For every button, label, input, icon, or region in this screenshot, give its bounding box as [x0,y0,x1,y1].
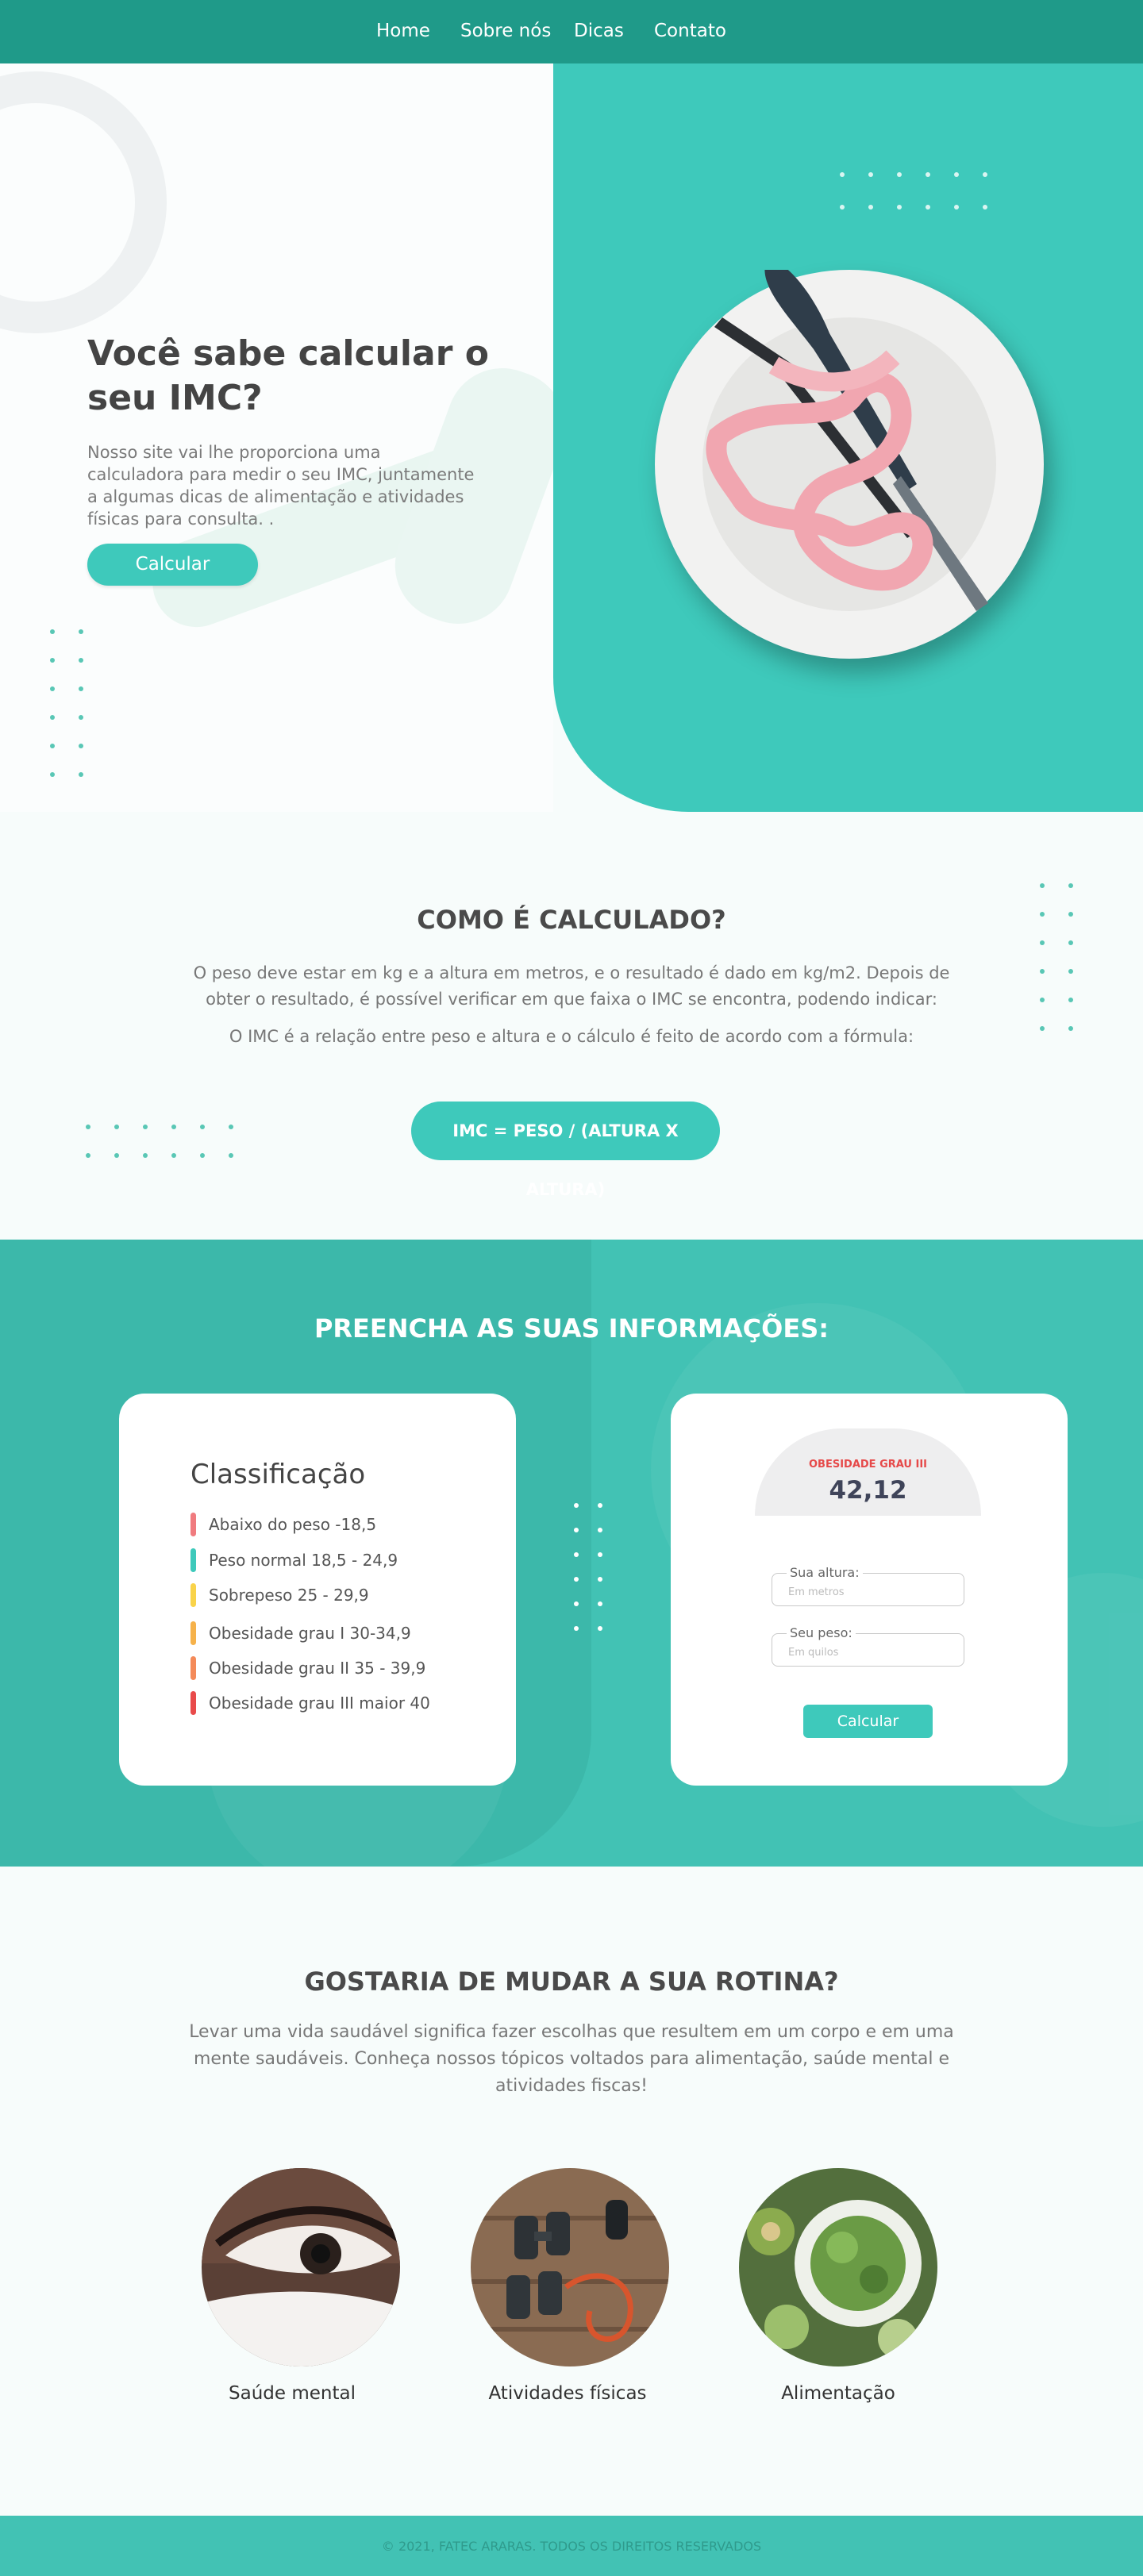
classification-label: Abaixo do peso -18,5 [209,1515,377,1534]
classification-color-bar [190,1548,196,1572]
classification-item: Obesidade grau II 35 - 39,9 [190,1656,425,1680]
salad-photo [739,2168,937,2366]
nutrition-image[interactable] [739,2168,937,2366]
topic-label-physical-activity: Atividades físicas [488,2383,647,2404]
classification-item: Peso normal 18,5 - 24,9 [190,1548,398,1572]
dot-pattern [840,172,987,210]
weight-input[interactable] [788,1645,955,1659]
classification-label: Obesidade grau III maior 40 [209,1694,430,1713]
routine-section-title: GOSTARIA DE MUDAR A SUA ROTINA? [304,1967,839,1997]
calculator-card: OBESIDADE GRAU III 42,12 Sua altura: Seu… [671,1394,1068,1786]
nav-tips-link[interactable]: Dicas [574,21,624,41]
classification-label: Sobrepeso 25 - 29,9 [209,1586,369,1605]
form-section-title: PREENCHA AS SUAS INFORMAÇÕES: [314,1313,829,1344]
classification-item: Obesidade grau III maior 40 [190,1691,430,1715]
height-field: Sua altura: [772,1565,964,1606]
classification-item: Abaixo do peso -18,5 [190,1513,376,1536]
classification-color-bar [190,1621,196,1645]
routine-paragraph: Levar uma vida saudável significa fazer … [189,2022,954,2096]
dot-pattern [50,629,83,777]
classification-label: Peso normal 18,5 - 24,9 [209,1551,398,1570]
nav-about-link[interactable]: Sobre nós [460,21,551,41]
footer: © 2021, FATEC ARARAS. TODOS OS DIREITOS … [0,2516,1143,2576]
result-category: OBESIDADE GRAU III [808,1459,928,1471]
height-label: Sua altura: [787,1565,863,1580]
cutlery-tape-illustration [706,270,988,611]
height-input[interactable] [788,1585,955,1599]
navbar: Home Sobre nós Dicas Contato [0,0,1143,63]
plate-image [655,270,1044,659]
how-paragraph: O IMC é a relação entre peso e altura e … [229,1027,914,1046]
result-display: OBESIDADE GRAU III 42,12 [755,1428,981,1516]
hero-description: Nosso site vai lhe proporciona uma calcu… [87,443,475,529]
classification-title: Classificação [190,1459,366,1490]
hero-calculate-button[interactable]: Calcular [87,544,258,586]
classification-card: Classificação Abaixo do peso -18,5 Peso … [119,1394,516,1786]
classification-color-bar [190,1513,196,1536]
how-section-title: COMO É CALCULADO? [417,905,726,935]
scale-decoration [0,71,167,333]
physical-activity-image[interactable] [471,2168,669,2366]
mental-health-image[interactable] [202,2168,400,2366]
result-value: 42,12 [829,1476,907,1505]
classification-color-bar [190,1656,196,1680]
weight-label: Seu peso: [787,1625,856,1640]
dot-pattern [86,1125,233,1158]
classification-color-bar [190,1583,196,1607]
calculate-button[interactable]: Calcular [803,1705,933,1738]
formula-badge: IMC = PESO / (ALTURA X ALTURA) [411,1102,720,1199]
weight-field: Seu peso: [772,1625,964,1667]
nav-home-link[interactable]: Home [376,21,430,41]
hero-title: Você sabe calcular o seu IMC? [87,333,489,418]
classification-item: Sobrepeso 25 - 29,9 [190,1583,369,1607]
footer-copyright: © 2021, FATEC ARARAS. TODOS OS DIREITOS … [381,2539,762,2554]
topic-label-nutrition: Alimentação [781,2383,895,2404]
nav-contact-link[interactable]: Contato [654,21,726,41]
how-paragraph: O peso deve estar em kg e a altura em me… [193,963,950,1009]
eye-photo [202,2168,400,2366]
classification-label: Obesidade grau I 30-34,9 [209,1624,411,1643]
classification-color-bar [190,1691,196,1715]
dot-pattern [1040,883,1073,1031]
dot-pattern [574,1503,602,1631]
classification-label: Obesidade grau II 35 - 39,9 [209,1659,426,1678]
dumbbells-photo [471,2168,669,2366]
topic-label-mental-health: Saúde mental [229,2383,356,2404]
classification-item: Obesidade grau I 30-34,9 [190,1621,411,1645]
